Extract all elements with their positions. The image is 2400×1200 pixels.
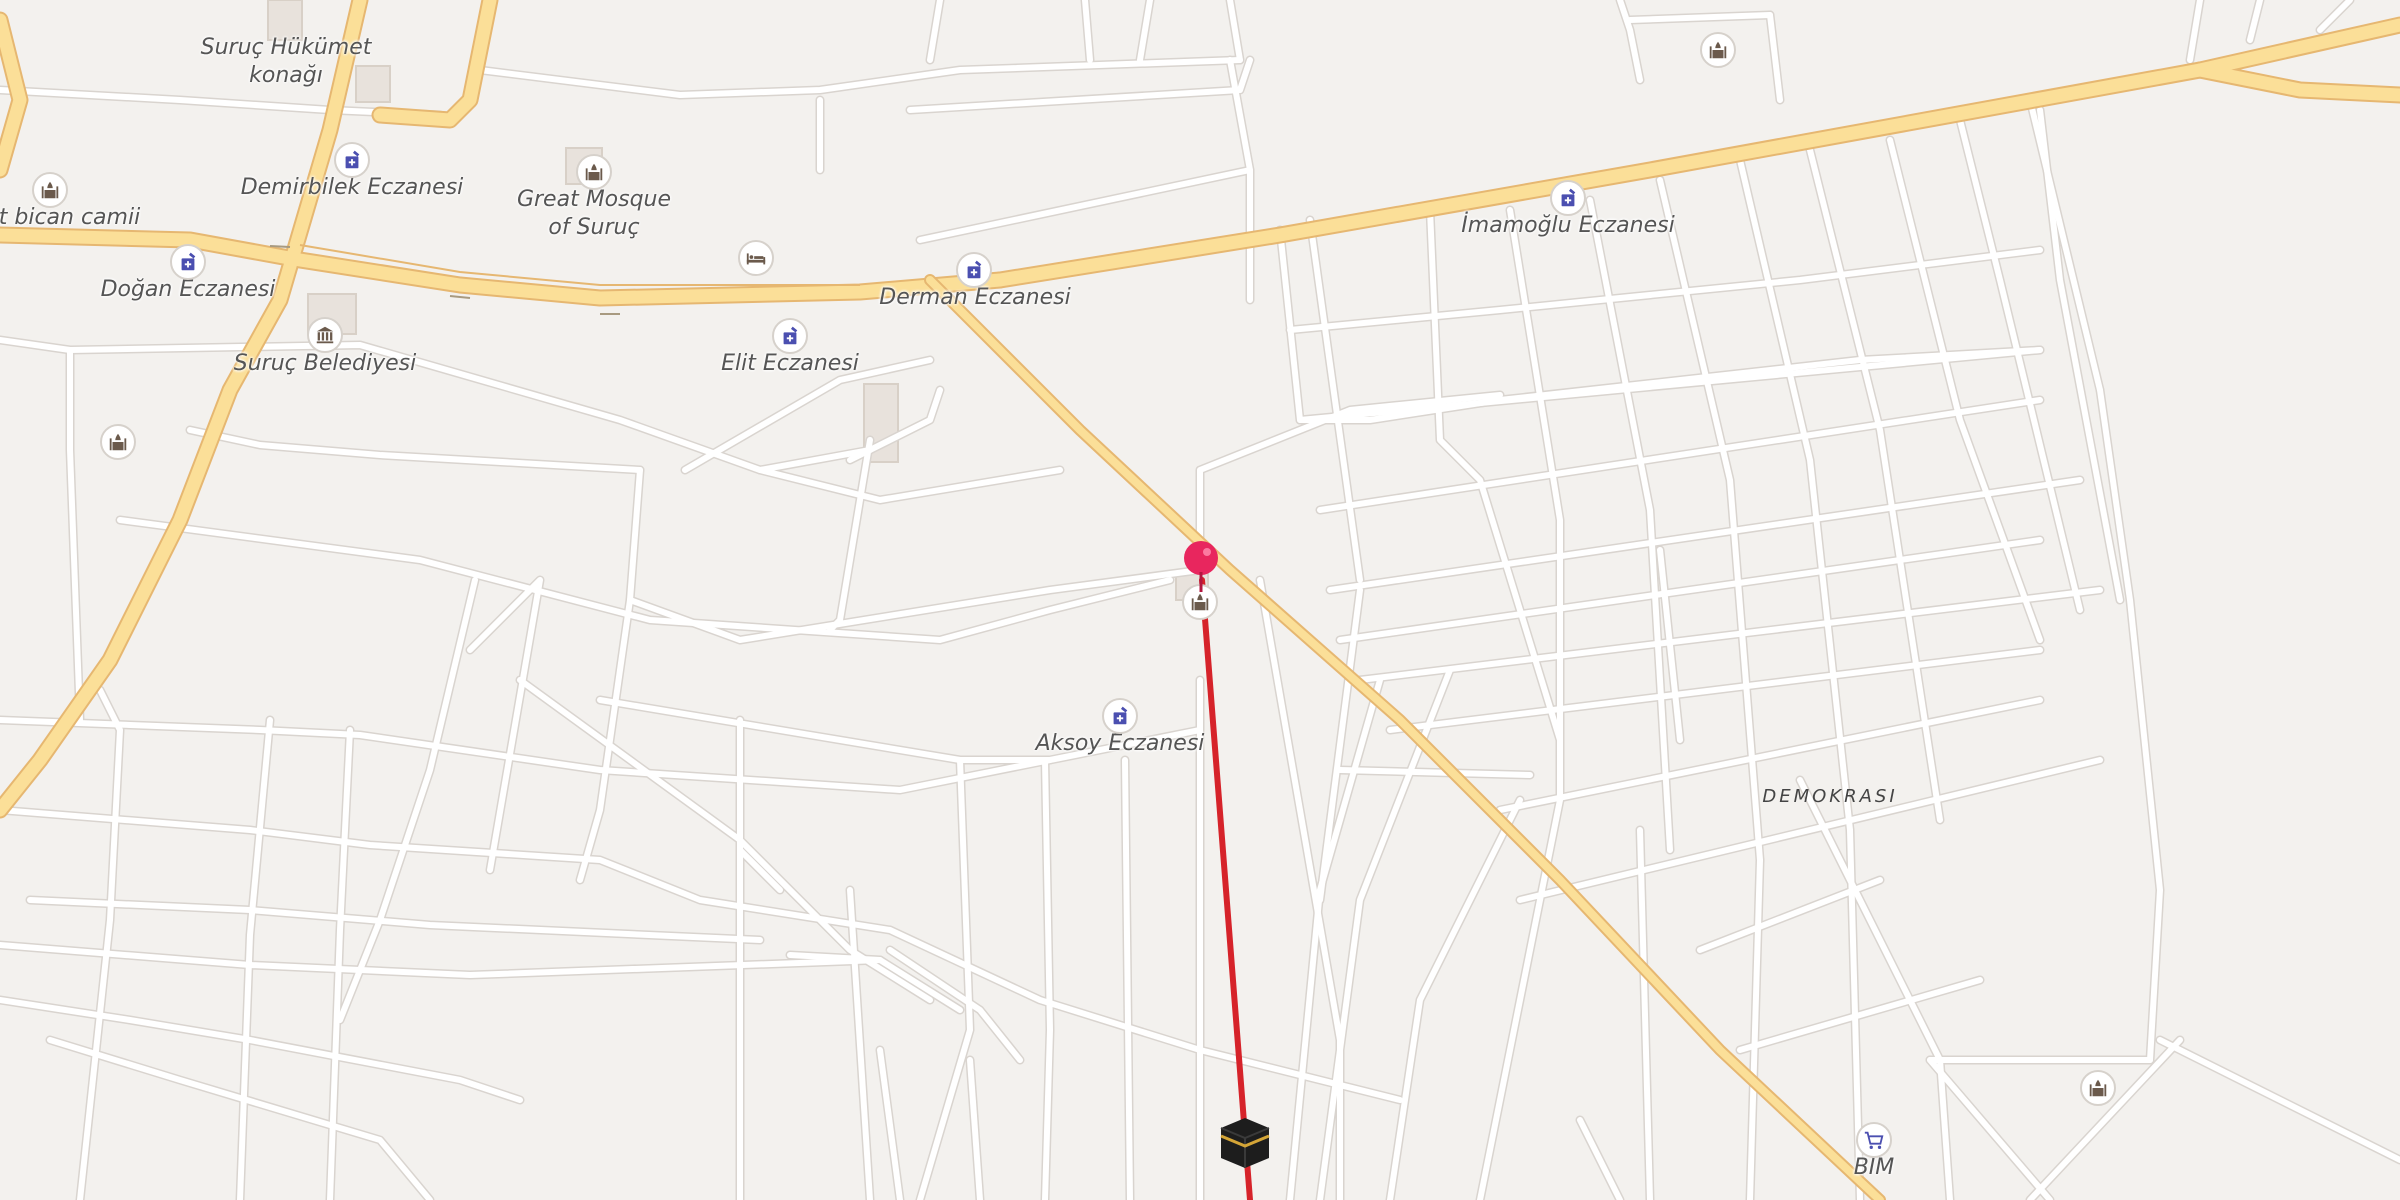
label-bim[interactable]: BIM — [1854, 1154, 1895, 1182]
pharmacy-icon[interactable] — [956, 252, 992, 288]
label-elit-eczanesi[interactable]: Elit Eczanesi — [721, 350, 859, 378]
qibla-direction-line — [1199, 577, 1253, 1200]
hotel-icon[interactable] — [738, 240, 774, 276]
label-aksoy-eczanesi[interactable]: Aksoy Eczanesi — [1036, 730, 1205, 758]
town-hall-icon[interactable] — [307, 317, 343, 353]
label-demirbilek-eczanesi[interactable]: Demirbilek Eczanesi — [241, 174, 464, 202]
label-suruc-hukumet[interactable]: Suruç Hükümet konağı — [201, 34, 372, 90]
pharmacy-icon[interactable] — [170, 244, 206, 280]
shop-cart-icon[interactable] — [1856, 1122, 1892, 1158]
label-text: Great Mosque of Suruç — [516, 187, 672, 240]
label-suruc-belediyesi[interactable]: Suruç Belediyesi — [234, 350, 416, 378]
oneway-arrow — [269, 245, 291, 248]
kaaba-icon[interactable] — [1215, 1112, 1275, 1172]
label-derman-eczanesi[interactable]: Derman Eczanesi — [879, 284, 1070, 312]
pharmacy-icon[interactable] — [1550, 180, 1586, 216]
mosque-icon[interactable] — [100, 424, 136, 460]
label-district-demokrasi: DEMOKRASI — [1762, 786, 1898, 807]
mosque-icon[interactable] — [576, 154, 612, 190]
label-bican-camii[interactable]: met bican camii — [0, 204, 140, 232]
label-text: Suruç Hükümet konağı — [200, 35, 372, 88]
mosque-icon[interactable] — [1700, 32, 1736, 68]
pharmacy-icon[interactable] — [772, 318, 808, 354]
oneway-arrow — [449, 295, 471, 299]
mosque-icon[interactable] — [2080, 1070, 2116, 1106]
map-canvas[interactable]: Suruç Hükümet konağı Demirbilek Eczanesi… — [0, 0, 2400, 1200]
pharmacy-icon[interactable] — [1102, 698, 1138, 734]
label-dogan-eczanesi[interactable]: Doğan Eczanesi — [101, 276, 276, 304]
pharmacy-icon[interactable] — [334, 142, 370, 178]
label-imamoglu-eczanesi[interactable]: İmamoğlu Eczanesi — [1461, 212, 1674, 240]
label-great-mosque[interactable]: Great Mosque of Suruç — [517, 186, 671, 242]
location-pin-icon[interactable] — [1181, 538, 1221, 594]
mosque-icon[interactable] — [32, 172, 68, 208]
